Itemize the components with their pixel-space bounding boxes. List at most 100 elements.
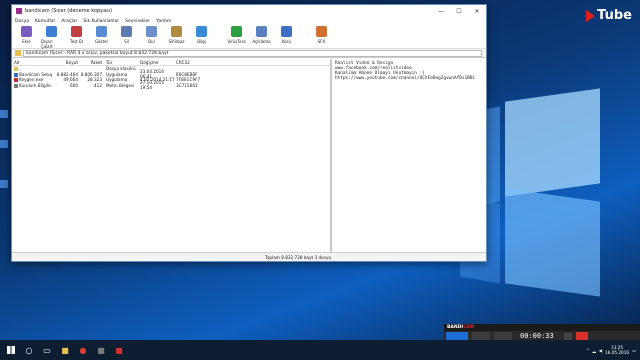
close-button[interactable]: ✕ (468, 8, 486, 15)
column-modified[interactable]: Değişme (140, 60, 176, 65)
column-type[interactable]: Tür (102, 60, 140, 65)
system-tray: ^ ▂ ◀ 13:25 16.05.2016 ▭ (586, 345, 640, 355)
file-row[interactable]: Kurulum Bilgile... 600 412 Metin Belgesi 27.… (12, 80, 330, 91)
chrome-icon[interactable]: ● (76, 343, 90, 357)
protect-icon (281, 26, 292, 37)
menu-tools[interactable]: Araçlar (61, 19, 77, 24)
file-cell-name: Bandicam Setup... (12, 72, 52, 77)
toolbar-button[interactable]: Bul (141, 25, 162, 44)
file-explorer-icon[interactable]: ■ (58, 343, 72, 357)
toolbar-button[interactable]: Bilgi (191, 25, 212, 44)
file-name: Bandicam Setup... (19, 71, 52, 77)
dtube-text: Tube (597, 8, 632, 23)
file-cell-name: .. (12, 66, 52, 72)
toolbar-button-label: Bul (148, 39, 155, 44)
toolbar-button-label: Açıklama (252, 39, 271, 44)
find-icon (146, 26, 157, 37)
column-name[interactable]: Ad (12, 60, 52, 65)
file-list-header: Ad Boyut Paket Tür Değişme CRC32 (12, 59, 330, 66)
desktop-icon[interactable] (0, 110, 10, 119)
toolbar-button[interactable]: Sil (116, 25, 137, 44)
network-icon[interactable]: ▂ (593, 348, 596, 353)
winrar-app-icon (16, 8, 22, 14)
clock-date: 16.05.2016 (605, 350, 630, 355)
toolbar-button[interactable]: Test Et (66, 25, 87, 44)
column-crc[interactable]: CRC32 (176, 60, 206, 65)
media-player-icon[interactable]: ■ (94, 343, 108, 357)
toolbar-button[interactable]: VirüsTara (226, 25, 247, 44)
task-view-icon[interactable]: ▭ (40, 343, 54, 357)
file-cell-type: Dosya klasörü (106, 66, 136, 72)
toolbar-button-label: SFX (317, 39, 326, 44)
file-name: Kurulum Bilgile... (19, 82, 52, 88)
dtube-logo-icon (586, 9, 596, 22)
up-folder-icon[interactable] (15, 50, 21, 56)
file-cell-size: 8.882.464 (56, 71, 78, 77)
toolbar-button-label: Sil (124, 39, 129, 44)
clock[interactable]: 13:25 16.05.2016 (605, 345, 629, 355)
desktop-icon[interactable] (0, 180, 10, 189)
toolbar-button-label: Göster (94, 39, 109, 44)
info-icon (196, 26, 207, 37)
file-cell-crc: 3C715643 (176, 82, 198, 88)
file-icon (14, 78, 18, 83)
file-cell-name: Kurulum Bilgile... (12, 83, 52, 88)
menu-favorites[interactable]: Sık Kullanılanlar (83, 19, 119, 24)
desktop-icon[interactable] (0, 140, 10, 149)
file-icon (14, 72, 18, 77)
toolbar-button-label: VirüsTara (227, 39, 246, 44)
comment-icon (256, 26, 267, 37)
toolbar-button[interactable]: SFX (311, 25, 332, 44)
file-cell-name: Keygen.exe (12, 77, 52, 83)
menu-options[interactable]: Seçenekler (125, 19, 150, 24)
title-bar[interactable]: bandicam (Sıcer (deneme kopyası) — ☐ ✕ (12, 5, 486, 17)
search-icon[interactable]: ○ (22, 343, 36, 357)
start-button[interactable] (4, 343, 18, 357)
wizard-icon (171, 26, 182, 37)
file-name: .. (19, 66, 22, 72)
toolbar-button[interactable]: Göster (91, 25, 112, 44)
menu-file[interactable]: Dosya (15, 19, 29, 24)
toolbar-button[interactable]: Sihirbaz (166, 25, 187, 44)
file-cell-modified: 27.10.2015 19:54 (140, 80, 164, 91)
toolbar-button[interactable]: Ekle (16, 25, 37, 44)
window-title: bandicam (Sıcer (deneme kopyası) (25, 8, 113, 14)
file-name: Keygen.exe (19, 77, 44, 83)
tray-chevron-icon[interactable]: ^ (586, 348, 590, 353)
dtube-watermark: Tube (586, 8, 632, 23)
toolbar-button-label: Dışarı Çıkart (41, 39, 53, 49)
minimize-button[interactable]: — (432, 8, 450, 15)
bandicam-header: BANDICAM (444, 324, 640, 331)
bandicam-taskbar-icon[interactable]: ■ (112, 343, 126, 357)
column-size[interactable]: Boyut (52, 60, 78, 65)
wallpaper-light-panel (505, 188, 600, 297)
toolbar-button-label: Test Et (69, 39, 84, 44)
volume-icon[interactable]: ◀ (599, 348, 602, 353)
file-cell-type: Uygulama (106, 71, 128, 77)
toolbar: Ekle Dışarı Çıkart Test Et Göster Sil Bul Sihi… (12, 25, 486, 49)
status-total: Toplam 8.832.728 bayt 3 dosya (265, 254, 331, 260)
file-list: Ad Boyut Paket Tür Değişme CRC32 .. Dosya… (12, 59, 332, 252)
maximize-button[interactable]: ☐ (450, 8, 468, 15)
toolbar-button[interactable]: Açıklama (251, 25, 272, 44)
toolbar-button-label: Sihirbaz (168, 39, 185, 44)
toolbar-button[interactable]: Dışarı Çıkart (41, 25, 62, 49)
column-packed[interactable]: Paket (78, 60, 102, 65)
bandicam-logo-cam: CAM (463, 325, 475, 330)
file-cell-crc: E0C8EBBF (176, 71, 198, 77)
menu-commands[interactable]: Komutlar (35, 19, 55, 24)
notification-icon[interactable]: ▭ (632, 348, 636, 353)
menu-help[interactable]: Yardım (156, 19, 171, 24)
menu-bar: Dosya Komutlar Araçlar Sık Kullanılanlar… (12, 17, 486, 25)
toolbar-button-label: Ekle (22, 39, 31, 44)
file-icon (14, 67, 18, 72)
recording-timer: 00:00:33 (520, 331, 554, 340)
content-area: Ad Boyut Paket Tür Değişme CRC32 .. Dosya… (12, 59, 486, 252)
file-cell-packed: 8.806.307 (80, 71, 102, 77)
toolbar-button[interactable]: Koru (276, 25, 297, 44)
taskbar: ○ ▭ ■ ● ■ ■ ^ ▂ ◀ 13:25 16.05.2016 ▭ (0, 340, 640, 360)
sfx-icon (316, 26, 327, 37)
test-icon (71, 26, 82, 37)
path-field[interactable]: bandicam (Sıcer - RAR 4.x arşiv, paketsi… (23, 49, 482, 57)
file-cell-packed: 28.323 (87, 77, 102, 83)
